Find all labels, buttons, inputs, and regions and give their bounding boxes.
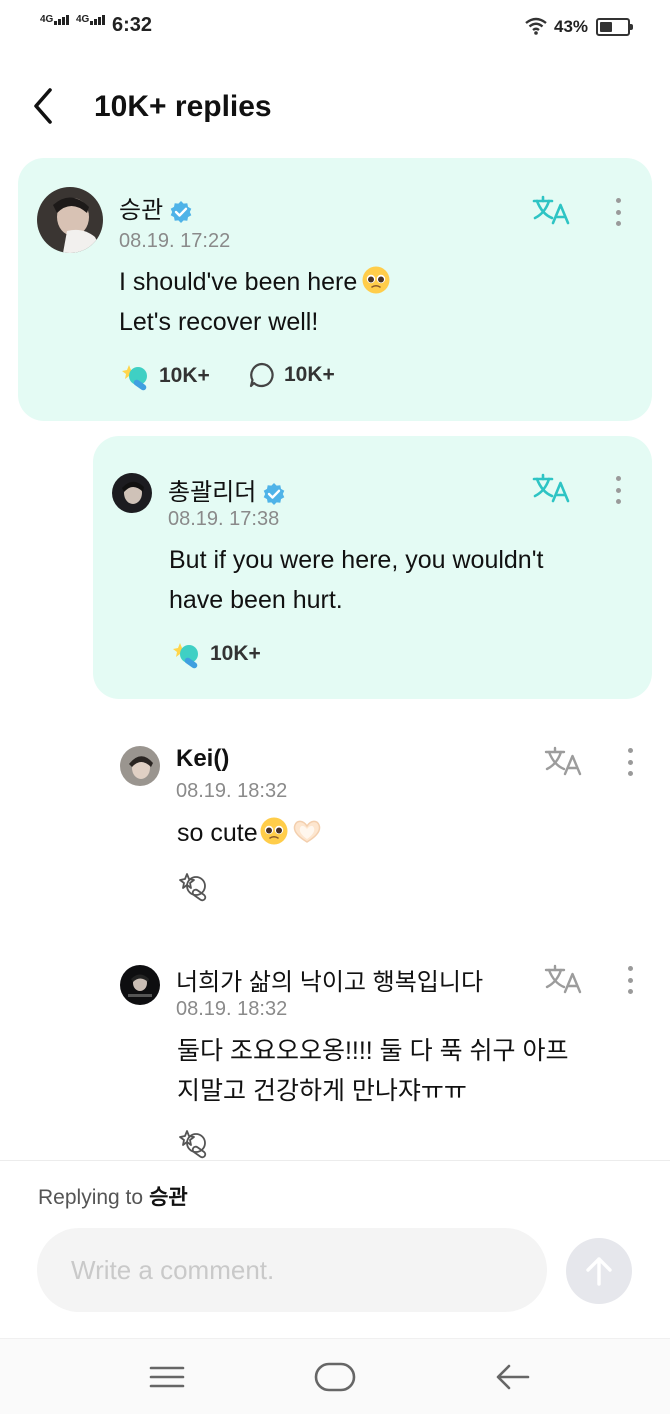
more-options-button[interactable] bbox=[608, 194, 628, 230]
replying-to-label: Replying to 승관 bbox=[38, 1181, 188, 1211]
comment-date: 08.19. 17:22 bbox=[119, 230, 231, 252]
reply-card-highlighted: 총괄리더 08.19. 17:38 But if you were here, … bbox=[93, 436, 652, 699]
comment-line-text: I should've been here bbox=[119, 268, 358, 296]
comment-line: 지말고 건강하게 만나쟈ㅠㅠ bbox=[177, 1077, 467, 1105]
comment-date: 08.19. 18:32 bbox=[176, 780, 288, 802]
battery-percent: 43% bbox=[554, 17, 589, 36]
comment-body: 둘다 조요오오옹!!!! 둘 다 푹 쉬구 아프 지말고 건강하게 만나쟈ㅠㅠ bbox=[177, 1031, 568, 1111]
wifi-icon bbox=[524, 17, 548, 40]
cheer-icon bbox=[122, 365, 147, 391]
send-button[interactable] bbox=[566, 1238, 632, 1304]
reply-count: 10K+ bbox=[284, 363, 335, 386]
back-arrow-icon bbox=[34, 88, 52, 124]
replying-prefix: Replying to bbox=[38, 1186, 144, 1209]
comment-date: 08.19. 17:38 bbox=[168, 508, 280, 530]
author-name: 너희가 삶의 낙이고 행복입니다 bbox=[176, 969, 484, 996]
author-name: 총괄리더 bbox=[168, 472, 286, 507]
cheer-outline-icon bbox=[179, 1130, 207, 1159]
translate-button[interactable] bbox=[532, 194, 572, 226]
avatar[interactable] bbox=[112, 473, 152, 513]
network-label-1: 4G bbox=[40, 14, 54, 25]
comment-card-main: 승관 08.19. 17:22 I should've been here Le… bbox=[18, 158, 652, 421]
comment-date: 08.19. 18:32 bbox=[176, 998, 288, 1020]
page-title: 10K+ replies bbox=[94, 90, 272, 123]
comment-body: so cute bbox=[177, 813, 323, 853]
home-icon bbox=[314, 1362, 356, 1392]
signal-bars-icon bbox=[90, 15, 106, 25]
translate-icon bbox=[544, 964, 582, 994]
reply-count-button[interactable]: 10K+ bbox=[248, 361, 335, 389]
comment-line-text: so cute bbox=[177, 819, 258, 847]
clock: 6:32 bbox=[112, 14, 153, 36]
pleading-face-emoji bbox=[260, 817, 288, 845]
more-options-button[interactable] bbox=[620, 962, 640, 998]
author-name-text: 승관 bbox=[119, 197, 164, 224]
cheer-count: 10K+ bbox=[159, 364, 210, 387]
comment-line: have been hurt. bbox=[169, 586, 343, 614]
translate-icon bbox=[532, 473, 570, 503]
author-name-text: 총괄리더 bbox=[168, 479, 257, 506]
back-nav-icon bbox=[496, 1364, 530, 1390]
comment-body: But if you were here, you wouldn't have … bbox=[169, 540, 543, 620]
comment-input[interactable] bbox=[37, 1228, 547, 1312]
home-button[interactable] bbox=[310, 1359, 360, 1395]
status-bar: 4G 4G 6:32 43% bbox=[0, 0, 670, 56]
send-arrow-icon bbox=[586, 1257, 612, 1286]
comment-line: But if you were here, you wouldn't bbox=[169, 546, 544, 574]
network-label-2: 4G bbox=[76, 14, 90, 25]
signal-bars-icon bbox=[54, 15, 70, 25]
recent-apps-button[interactable] bbox=[142, 1359, 192, 1395]
avatar[interactable] bbox=[120, 746, 160, 786]
cheer-button[interactable] bbox=[177, 870, 209, 902]
system-nav-bar bbox=[0, 1338, 670, 1414]
comment-line: 둘다 조요오오옹!!!! 둘 다 푹 쉬구 아프 bbox=[177, 1037, 569, 1065]
nav-back-button[interactable] bbox=[488, 1359, 538, 1395]
signal-1: 4G bbox=[40, 14, 70, 25]
translate-icon bbox=[544, 746, 582, 776]
more-options-button[interactable] bbox=[620, 744, 640, 780]
heart-hands-emoji bbox=[293, 820, 320, 843]
avatar[interactable] bbox=[120, 965, 160, 1005]
comment-line: I should've been here bbox=[119, 262, 391, 302]
author-name: Kei() bbox=[176, 745, 230, 772]
avatar[interactable] bbox=[37, 187, 103, 253]
more-options-button[interactable] bbox=[608, 472, 628, 508]
pleading-face-emoji bbox=[362, 266, 390, 294]
author-name: 승관 bbox=[119, 190, 193, 225]
header: 10K+ replies bbox=[0, 70, 670, 146]
translate-button[interactable] bbox=[532, 472, 572, 504]
back-button[interactable] bbox=[28, 86, 64, 126]
comment-body: I should've been here Let's recover well… bbox=[119, 262, 391, 342]
translate-button[interactable] bbox=[544, 745, 584, 777]
battery-icon bbox=[596, 18, 633, 36]
signal-2: 4G bbox=[76, 14, 106, 25]
cheer-count: 10K+ bbox=[210, 642, 261, 665]
cheer-button[interactable]: 10K+ bbox=[119, 361, 210, 391]
menu-icon bbox=[149, 1366, 185, 1388]
comment-icon bbox=[249, 362, 274, 388]
cheer-outline-icon bbox=[179, 873, 207, 902]
translate-button[interactable] bbox=[544, 963, 584, 995]
cheer-button[interactable] bbox=[177, 1127, 209, 1159]
replying-to-name: 승관 bbox=[149, 1186, 188, 1209]
divider bbox=[0, 1160, 670, 1161]
cheer-button[interactable]: 10K+ bbox=[170, 639, 261, 669]
comment-line: Let's recover well! bbox=[119, 308, 319, 336]
translate-icon bbox=[532, 195, 570, 225]
verified-icon bbox=[170, 200, 192, 223]
cheer-icon bbox=[173, 643, 198, 669]
verified-icon bbox=[264, 482, 285, 505]
